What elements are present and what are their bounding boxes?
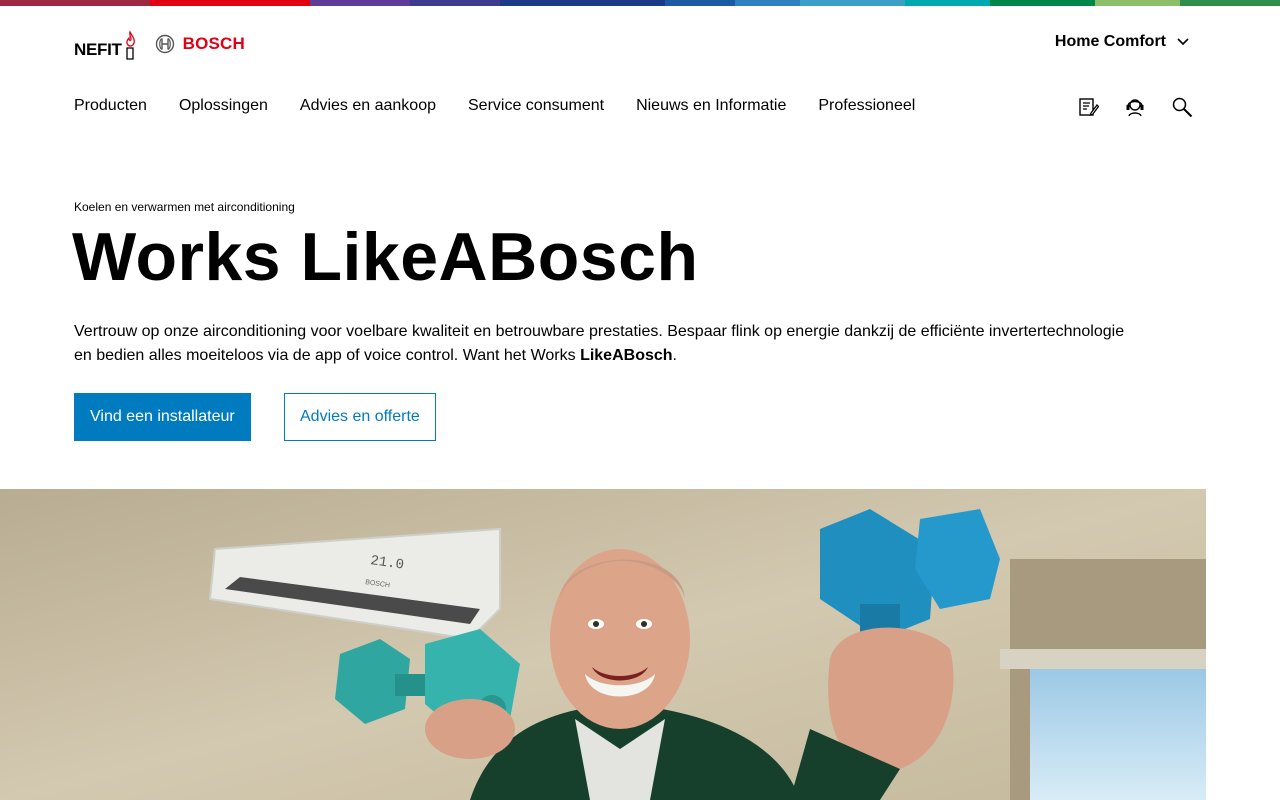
utility-icons [1053,95,1194,119]
page-title: Works LikeABosch [72,219,699,295]
hero-intro: Vertrouw op onze airconditioning voor vo… [74,320,1134,368]
intro-end: . [672,347,677,364]
bosch-logo[interactable]: BOSCH [155,28,245,60]
intro-bold: LikeABosch [580,347,673,364]
nav-item-producten[interactable]: Producten [74,97,147,115]
checklist-icon[interactable] [1076,95,1100,119]
dealer-icon[interactable] [1123,95,1147,119]
region-label: Home Comfort [1054,33,1166,50]
advice-quote-button[interactable]: Advies en offerte [284,393,436,441]
nefit-logo[interactable]: NEFIT [74,28,137,60]
chevron-down-icon [1176,37,1190,47]
supergraphic-bar [0,0,1280,6]
flame-icon [125,30,135,60]
nav-item-professioneel[interactable]: Professioneel [818,97,915,115]
bosch-armature-icon [155,34,174,54]
find-installer-button[interactable]: Vind een installateur [74,393,251,441]
main-navigation: Producten Oplossingen Advies en aankoop … [74,97,947,115]
nav-item-advies-en-aankoop[interactable]: Advies en aankoop [300,97,436,115]
nav-item-oplossingen[interactable]: Oplossingen [179,97,268,115]
nav-item-service-consument[interactable]: Service consument [468,97,604,115]
nav-item-nieuws-en-informatie[interactable]: Nieuws en Informatie [636,97,786,115]
brand-logos[interactable]: NEFIT BOSCH [74,28,245,60]
nefit-logo-text: NEFIT [74,40,122,59]
hero-eyebrow: Koelen en verwarmen met airconditioning [74,200,295,214]
region-selector[interactable]: Home Comfort [1055,33,1190,51]
hero-image: 21.0 BOSCH [0,489,1206,800]
hero-illustration: 21.0 BOSCH [0,489,1206,800]
bosch-logo-text: BOSCH [182,34,246,53]
search-icon[interactable] [1170,95,1194,119]
